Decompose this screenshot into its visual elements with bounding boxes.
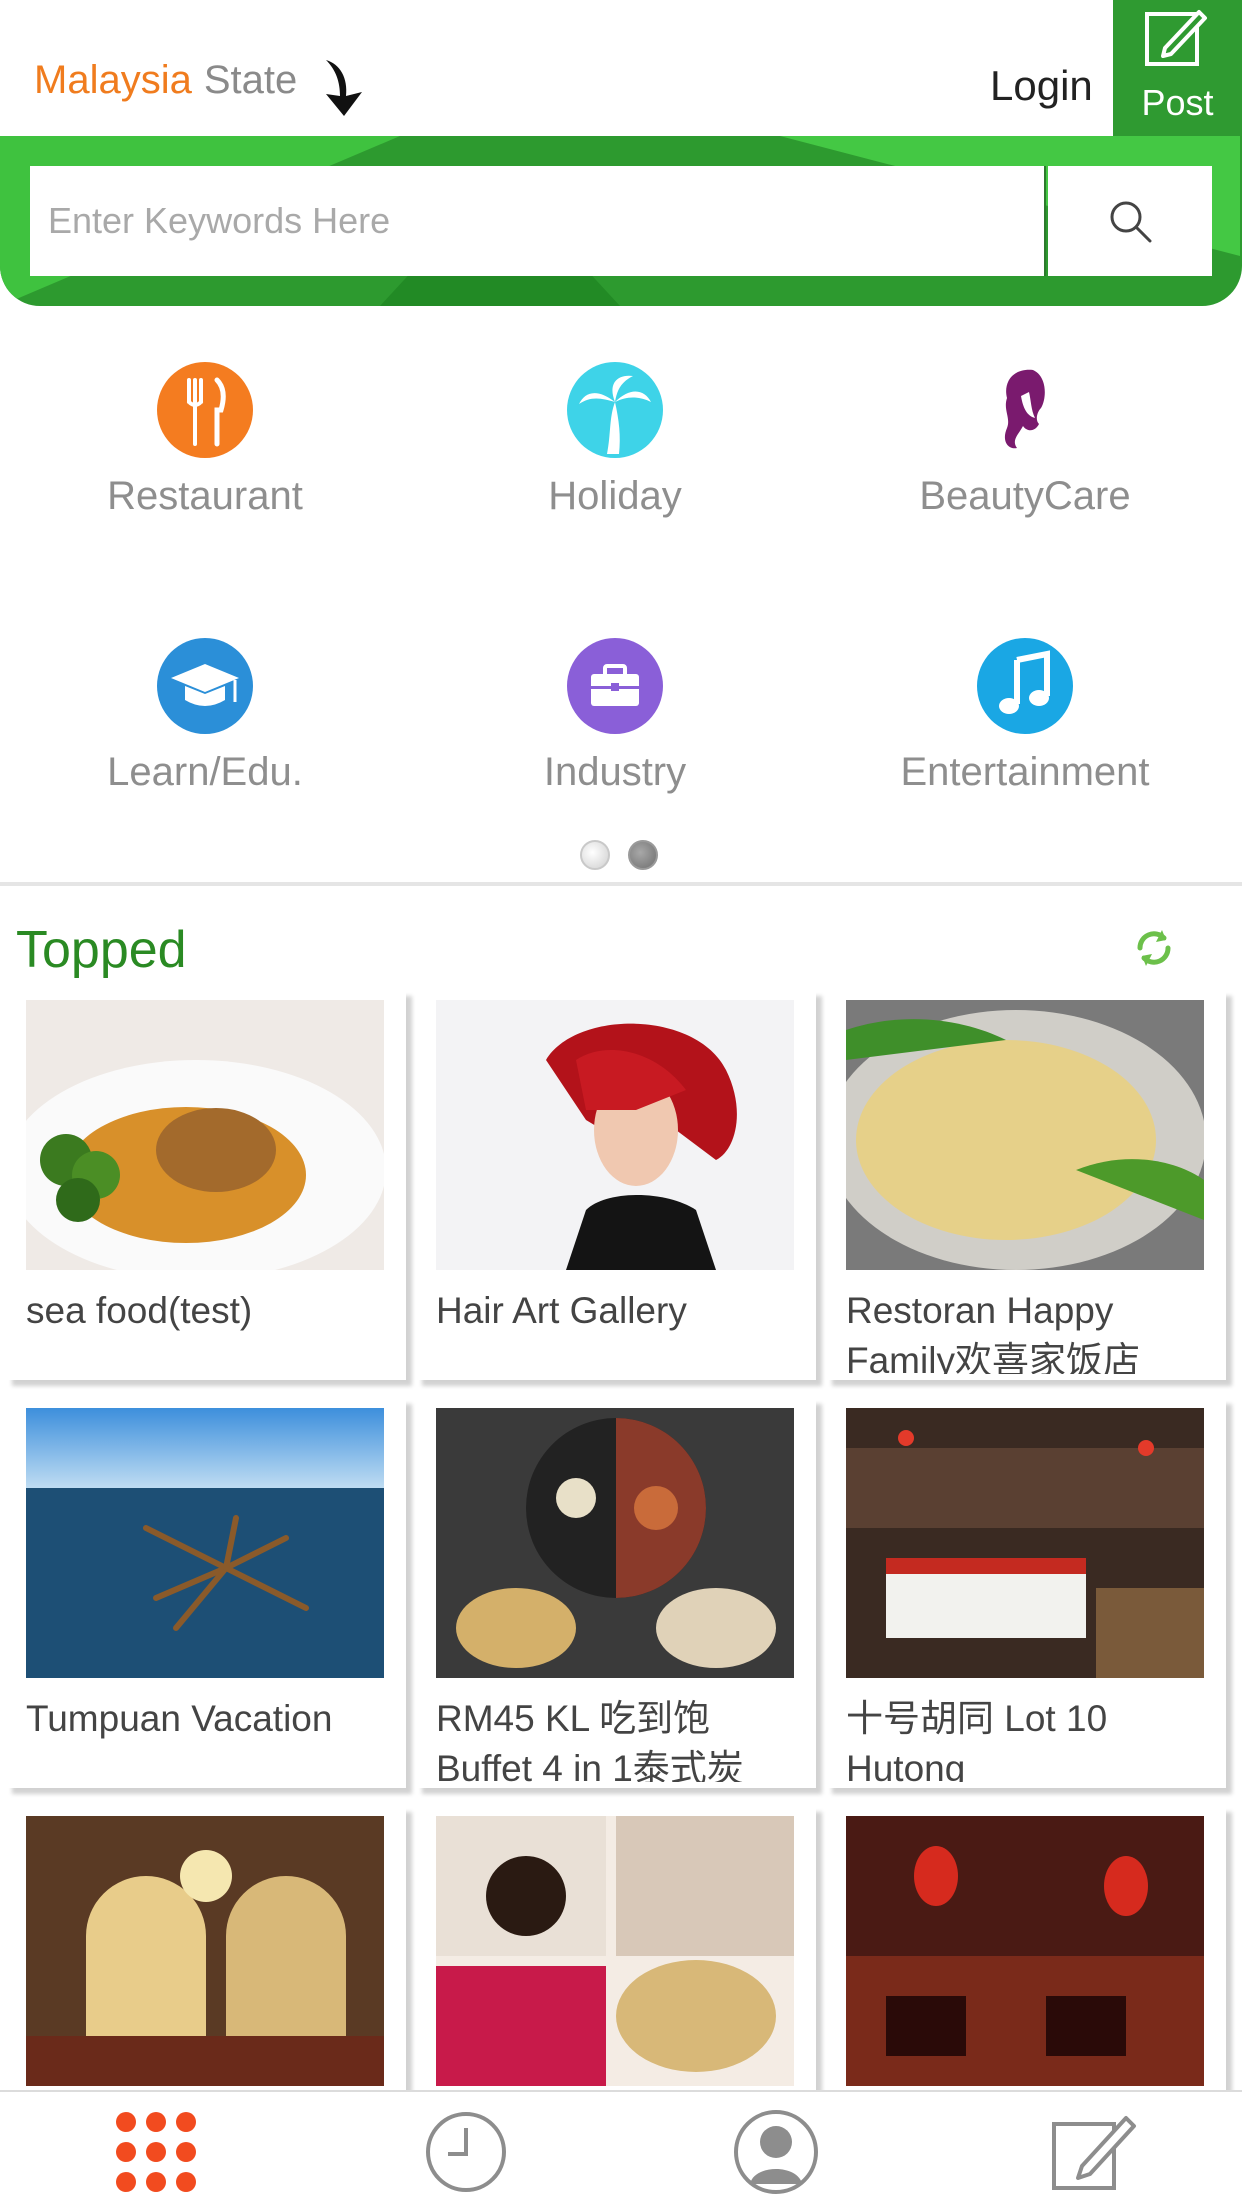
bottom-nav (0, 2090, 1242, 2208)
post-edit-icon (1145, 10, 1207, 66)
listing-card[interactable]: Restoran Happy Family欢喜家饭店 (826, 990, 1226, 1380)
listing-card[interactable]: sea food(test) (6, 990, 406, 1380)
listing-image (26, 1816, 384, 2086)
country-label: Malaysia (34, 58, 192, 102)
category-restaurant[interactable]: Restaurant (0, 340, 410, 540)
category-label: Restaurant (107, 474, 303, 518)
dropdown-arrow-icon[interactable] (318, 56, 372, 118)
location-selector[interactable]: Malaysia State (34, 58, 297, 103)
clock-icon[interactable] (418, 2104, 514, 2200)
search-button[interactable] (1048, 166, 1212, 276)
edit-icon[interactable] (1046, 2104, 1142, 2200)
listing-image (26, 1000, 384, 1270)
listing-image (846, 1000, 1204, 1270)
listing-title: sea food(test) (26, 1290, 253, 1331)
refresh-icon[interactable] (1126, 920, 1182, 976)
listing-image (436, 1000, 794, 1270)
category-pager (580, 840, 660, 870)
topped-grid: sea food(test) Hair Art Gallery Restoran… (0, 990, 1242, 2090)
listing-card[interactable]: Hair Art Gallery (416, 990, 816, 1380)
listing-title: 十号胡同 Lot 10 Hutong (846, 1698, 1108, 1782)
pager-dot-active[interactable] (628, 840, 658, 870)
briefcase-icon (567, 638, 663, 734)
listing-image (846, 1408, 1204, 1678)
profile-icon[interactable] (728, 2104, 824, 2200)
woman-face-icon (977, 362, 1073, 458)
category-label: Learn/Edu. (107, 750, 303, 794)
section-divider (0, 882, 1242, 886)
search-icon (1110, 201, 1152, 243)
pager-dot[interactable] (580, 840, 610, 870)
listing-card[interactable] (826, 1806, 1226, 2090)
category-label: BeautyCare (919, 474, 1131, 518)
category-industry[interactable]: Industry (410, 616, 820, 816)
category-beautycare[interactable]: BeautyCare (820, 340, 1230, 540)
post-label: Post (1141, 82, 1214, 123)
listing-image (846, 1816, 1204, 2086)
category-holiday[interactable]: Holiday (410, 340, 820, 540)
top-bar: Malaysia State Login Post (0, 0, 1242, 140)
music-note-icon (977, 638, 1073, 734)
grid-dots-icon[interactable] (108, 2104, 204, 2200)
category-label: Entertainment (900, 750, 1150, 794)
listing-card[interactable] (6, 1806, 406, 2090)
listing-image (436, 1408, 794, 1678)
login-link[interactable]: Login (990, 62, 1093, 110)
post-button[interactable]: Post (1113, 0, 1242, 138)
search-input[interactable] (30, 166, 1044, 276)
category-label: Industry (543, 750, 687, 794)
listing-card[interactable] (416, 1806, 816, 2090)
listing-title: RM45 KL 吃到饱 Buffet 4 in 1泰式炭 (436, 1698, 744, 1782)
category-label: Holiday (548, 474, 682, 518)
listing-card[interactable]: Tumpuan Vacation (6, 1398, 406, 1788)
fork-knife-icon (157, 362, 253, 458)
search-field[interactable] (30, 166, 1046, 276)
category-grid: Restaurant Holiday BeautyCare Learn/Edu.… (0, 340, 1242, 820)
listing-card[interactable]: RM45 KL 吃到饱 Buffet 4 in 1泰式炭 (416, 1398, 816, 1788)
listing-title: Tumpuan Vacation (26, 1698, 333, 1739)
graduation-cap-icon (157, 638, 253, 734)
listing-title: Restoran Happy Family欢喜家饭店 (846, 1290, 1140, 1374)
listing-card[interactable]: 十号胡同 Lot 10 Hutong (826, 1398, 1226, 1788)
section-title: Topped (16, 921, 187, 979)
listing-title: Hair Art Gallery (436, 1290, 687, 1331)
search-banner (0, 136, 1242, 306)
category-entertainment[interactable]: Entertainment (820, 616, 1230, 816)
listing-image (436, 1816, 794, 2086)
category-learn-edu[interactable]: Learn/Edu. (0, 616, 410, 816)
listing-image (26, 1408, 384, 1678)
state-label: State (203, 58, 298, 102)
palm-tree-icon (567, 362, 663, 458)
